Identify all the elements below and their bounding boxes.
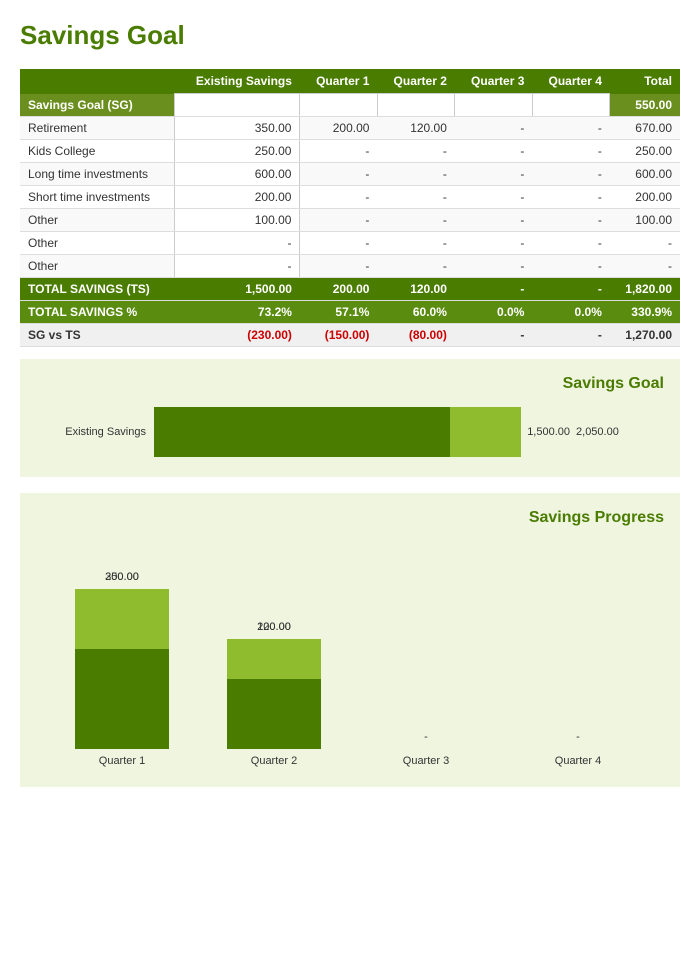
horizontal-bar-chart: Existing Savings 1,500.00 2,050.00	[36, 407, 664, 457]
savings-goal-row: Savings Goal (SG) 2,050.00 350.00 200.00…	[20, 94, 680, 117]
sg-existing[interactable]: 2,050.00	[175, 94, 300, 117]
sg-q1[interactable]: 350.00	[300, 94, 377, 117]
v-bar-inner	[75, 649, 169, 749]
v-bar-dash: -	[424, 731, 428, 743]
table-row: Retirement350.00200.00120.00--670.00	[20, 117, 680, 140]
v-bar-group: - Quarter 4	[511, 731, 645, 767]
col-header-label	[20, 69, 175, 94]
end-value: 2,050.00	[576, 426, 619, 438]
v-bar-actual-label: 120.00	[227, 621, 321, 633]
savings-goal-chart-section: Savings Goal Existing Savings 1,500.00 2…	[20, 359, 680, 477]
v-bar-x-label: Quarter 4	[555, 755, 601, 767]
col-header-q3: Quarter 3	[455, 69, 532, 94]
col-header-q1: Quarter 1	[300, 69, 377, 94]
total-savings-row: TOTAL SAVINGS (TS)1,500.00200.00120.00--…	[20, 278, 680, 301]
v-bar-actual-label: 200.00	[75, 571, 169, 583]
sg-q3[interactable]: -	[455, 94, 532, 117]
bar-row-label: Existing Savings	[36, 426, 146, 438]
total-pct-row: TOTAL SAVINGS %73.2%57.1%60.0%0.0%0.0%33…	[20, 301, 680, 324]
sg-total: 550.00	[610, 94, 680, 117]
v-bar-dash: -	[576, 731, 580, 743]
sg-vs-ts-row: SG vs TS(230.00)(150.00)(80.00)--1,270.0…	[20, 324, 680, 347]
table-row: Kids College250.00----250.00	[20, 140, 680, 163]
v-bar-group: 350.00200.00Quarter 1	[55, 571, 189, 767]
v-bar-group: 200.00120.00Quarter 2	[207, 621, 341, 767]
bar-container: 1,500.00 2,050.00	[154, 407, 664, 457]
sg-q4[interactable]: -	[532, 94, 609, 117]
dark-bar	[154, 407, 450, 457]
v-bar-group: - Quarter 3	[359, 731, 493, 767]
col-header-existing: Existing Savings	[175, 69, 300, 94]
sg-label: Savings Goal (SG)	[20, 94, 175, 117]
v-bar-outer: 120.00	[227, 639, 321, 749]
v-bar-x-label: Quarter 2	[251, 755, 297, 767]
v-bar-inner	[227, 679, 321, 749]
table-row: Long time investments600.00----600.00	[20, 163, 680, 186]
savings-progress-title: Savings Progress	[36, 509, 664, 527]
savings-table: Existing Savings Quarter 1 Quarter 2 Qua…	[20, 69, 680, 347]
table-row: Short time investments200.00----200.00	[20, 186, 680, 209]
light-bar	[450, 407, 521, 457]
dark-bar-value: 1,500.00	[527, 426, 570, 438]
col-header-q4: Quarter 4	[532, 69, 609, 94]
page-title: Savings Goal	[20, 20, 680, 51]
col-header-total: Total	[610, 69, 680, 94]
v-bar-outer: 200.00	[75, 589, 169, 749]
v-bar-x-label: Quarter 3	[403, 755, 449, 767]
vertical-bar-chart: 350.00200.00Quarter 1200.00120.00Quarter…	[36, 547, 664, 767]
table-row: Other------	[20, 232, 680, 255]
table-row: Other100.00----100.00	[20, 209, 680, 232]
savings-progress-section: Savings Progress 350.00200.00Quarter 120…	[20, 493, 680, 787]
savings-goal-chart-title: Savings Goal	[36, 375, 664, 393]
v-bar-x-label: Quarter 1	[99, 755, 145, 767]
col-header-q2: Quarter 2	[377, 69, 454, 94]
table-row: Other------	[20, 255, 680, 278]
sg-q2[interactable]: 200.00	[377, 94, 454, 117]
table-header-row: Existing Savings Quarter 1 Quarter 2 Qua…	[20, 69, 680, 94]
